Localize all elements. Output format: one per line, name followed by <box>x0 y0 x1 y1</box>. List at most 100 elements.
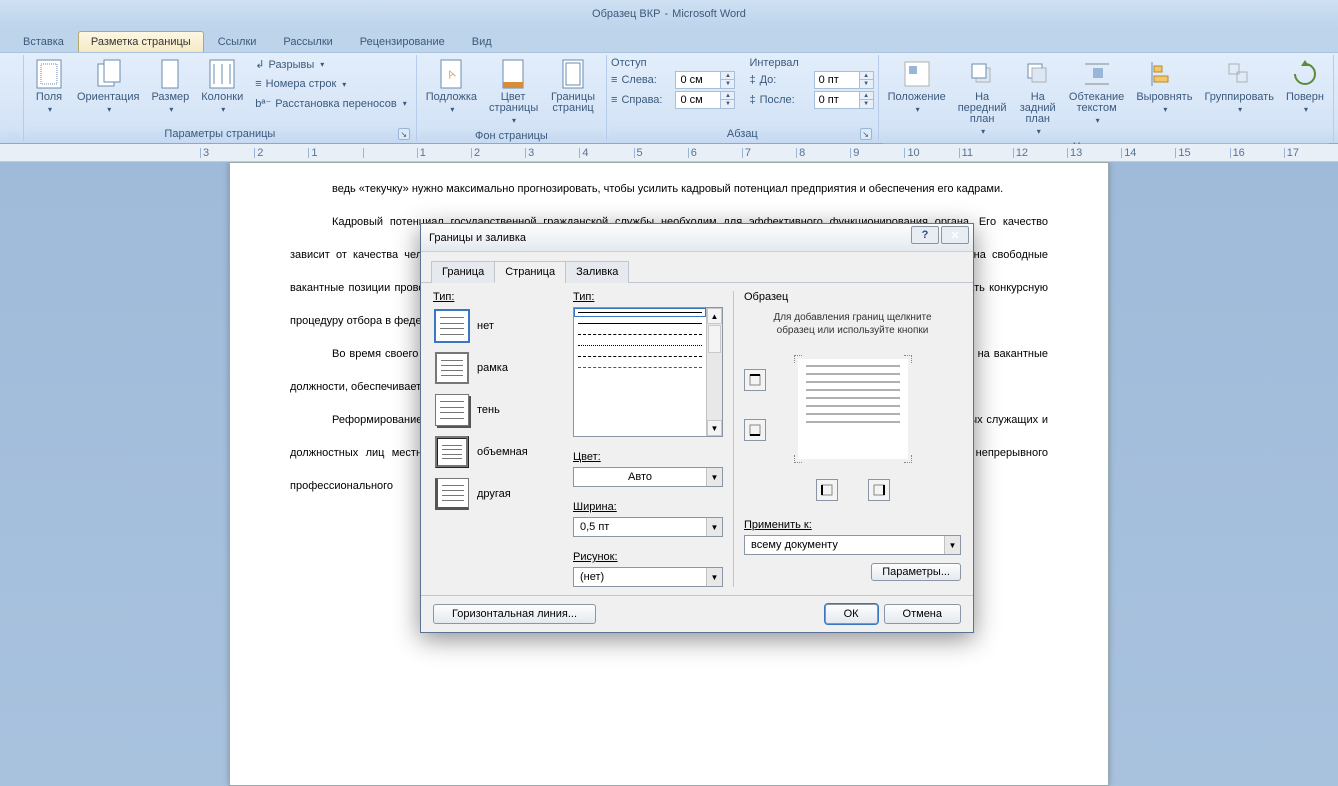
dialog-titlebar[interactable]: Границы и заливка ? ✕ <box>421 224 973 252</box>
watermark-button[interactable]: A Подложка <box>421 55 482 117</box>
width-combobox[interactable]: 0,5 пт▼ <box>573 517 723 537</box>
hyphenation-icon: bª⁻ <box>255 97 271 110</box>
indent-heading: Отступ <box>611 57 735 69</box>
style-label: Тип: <box>573 291 723 303</box>
page-color-icon <box>497 58 529 90</box>
spacing-heading: Интервал <box>749 57 873 69</box>
style-scrollbar[interactable]: ▲▼ <box>706 308 722 436</box>
ok-button[interactable]: ОК <box>825 604 878 624</box>
align-icon <box>1148 58 1180 90</box>
size-icon <box>154 58 186 90</box>
apply-to-combobox[interactable]: всему документу▼ <box>744 535 961 555</box>
dialog-title-text: Границы и заливка <box>429 232 526 244</box>
chevron-down-icon[interactable]: ▼ <box>706 518 722 536</box>
position-icon <box>901 58 933 90</box>
horizontal-line-button[interactable]: Горизонтальная линия... <box>433 604 596 624</box>
spacing-after-icon: ‡ <box>749 94 755 106</box>
apply-to-label: Применить к: <box>744 519 961 531</box>
bring-front-icon <box>966 58 998 90</box>
dialog-close-button[interactable]: ✕ <box>941 226 969 244</box>
setting-type-label: Тип: <box>433 291 563 303</box>
doc-title: Образец ВКР <box>592 8 660 20</box>
dialog-tab-shading[interactable]: Заливка <box>565 261 629 283</box>
chevron-down-icon[interactable]: ▼ <box>706 468 722 486</box>
edge-top-button[interactable] <box>744 369 766 391</box>
borders-shading-dialog: Границы и заливка ? ✕ Граница Страница З… <box>420 223 974 633</box>
horizontal-ruler[interactable]: 3211234567891011121314151617 <box>0 144 1338 162</box>
send-back-button[interactable]: На задний план <box>1014 55 1062 139</box>
ribbon: Поля Ориентация Размер Колонки ↲Разрывы … <box>0 52 1338 144</box>
dialog-tabs: Граница Страница Заливка <box>421 252 973 283</box>
style-listbox[interactable]: ▲▼ <box>573 307 723 437</box>
preview-hint: Для добавления границ щелкните образец и… <box>744 307 961 345</box>
setting-3d[interactable]: объемная <box>433 433 563 471</box>
window-titlebar: Образец ВКР - Microsoft Word <box>0 0 1338 28</box>
setting-custom[interactable]: другая <box>433 475 563 513</box>
page-color-button[interactable]: Цвет страницы <box>484 55 542 128</box>
tab-view[interactable]: Вид <box>459 31 505 52</box>
group-icon <box>1223 58 1255 90</box>
setting-box[interactable]: рамка <box>433 349 563 387</box>
tab-insert[interactable]: Вставка <box>10 31 77 52</box>
position-button[interactable]: Положение <box>883 55 951 117</box>
edge-right-button[interactable] <box>868 479 890 501</box>
margins-icon <box>33 58 65 90</box>
group-paragraph: Отступ ≡Слева:▲▼ ≡Справа:▲▼ Интервал ‡До… <box>607 55 879 141</box>
tab-mailings[interactable]: Рассылки <box>270 31 345 52</box>
group-arrange: Положение На передний план На задний пла… <box>879 55 1334 141</box>
size-button[interactable]: Размер <box>146 55 194 117</box>
page-borders-button[interactable]: Границы страниц <box>544 55 602 117</box>
page-setup-launcher[interactable]: ↘ <box>398 128 410 140</box>
app-name: Microsoft Word <box>672 8 746 20</box>
dialog-tab-page[interactable]: Страница <box>494 261 566 283</box>
art-combobox[interactable]: (нет)▼ <box>573 567 723 587</box>
chevron-down-icon[interactable]: ▼ <box>706 568 722 586</box>
orientation-button[interactable]: Ориентация <box>72 55 144 117</box>
line-numbers-icon: ≡ <box>255 78 261 90</box>
tab-review[interactable]: Рецензирование <box>347 31 458 52</box>
breaks-icon: ↲ <box>255 58 264 71</box>
text-wrap-icon <box>1081 58 1113 90</box>
indent-right-input[interactable]: ▲▼ <box>675 91 735 109</box>
page-borders-icon <box>557 58 589 90</box>
margins-button[interactable]: Поля <box>28 55 70 117</box>
bring-front-button[interactable]: На передний план <box>953 55 1012 139</box>
send-back-icon <box>1022 58 1054 90</box>
ribbon-tabs: Вставка Разметка страницы Ссылки Рассылк… <box>0 28 1338 52</box>
indent-left-icon: ≡ <box>611 74 617 86</box>
cancel-button[interactable]: Отмена <box>884 604 961 624</box>
color-combobox[interactable]: Авто▼ <box>573 467 723 487</box>
group-page-setup: Поля Ориентация Размер Колонки ↲Разрывы … <box>24 55 417 141</box>
width-label: Ширина: <box>573 501 723 513</box>
edge-bottom-button[interactable] <box>744 419 766 441</box>
indent-left-input[interactable]: ▲▼ <box>675 71 735 89</box>
rotate-button[interactable]: Поверн <box>1281 55 1329 117</box>
setting-shadow[interactable]: тень <box>433 391 563 429</box>
line-numbers-button[interactable]: ≡Номера строк <box>250 75 412 93</box>
tab-page-layout[interactable]: Разметка страницы <box>78 31 204 52</box>
hyphenation-button[interactable]: bª⁻Расстановка переносов <box>250 94 412 113</box>
options-button[interactable]: Параметры... <box>871 563 961 581</box>
tab-references[interactable]: Ссылки <box>205 31 270 52</box>
dialog-tab-border[interactable]: Граница <box>431 261 495 283</box>
paragraph-launcher[interactable]: ↘ <box>860 128 872 140</box>
edge-left-button[interactable] <box>816 479 838 501</box>
text-wrap-button[interactable]: Обтекание текстом <box>1064 55 1129 128</box>
art-label: Рисунок: <box>573 551 723 563</box>
group-page-background: A Подложка Цвет страницы Границы страниц… <box>417 55 607 141</box>
setting-none[interactable]: нет <box>433 307 563 345</box>
group-button[interactable]: Группировать <box>1199 55 1279 117</box>
spacing-before-input[interactable]: ▲▼ <box>814 71 874 89</box>
indent-right-icon: ≡ <box>611 94 617 106</box>
chevron-down-icon[interactable]: ▼ <box>944 536 960 554</box>
preview-canvas[interactable] <box>744 349 961 469</box>
columns-button[interactable]: Колонки <box>196 55 248 117</box>
dialog-help-button[interactable]: ? <box>911 226 939 244</box>
watermark-icon: A <box>435 58 467 90</box>
spacing-after-input[interactable]: ▲▼ <box>814 91 874 109</box>
align-button[interactable]: Выровнять <box>1131 55 1197 117</box>
rotate-icon <box>1289 58 1321 90</box>
breaks-button[interactable]: ↲Разрывы <box>250 55 412 74</box>
spacing-before-icon: ‡ <box>749 74 755 86</box>
color-label: Цвет: <box>573 451 723 463</box>
